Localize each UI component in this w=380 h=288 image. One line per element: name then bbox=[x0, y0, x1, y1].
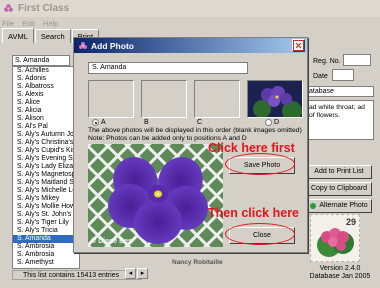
slot-a-radio[interactable]: A bbox=[92, 119, 106, 126]
database-field: atabase bbox=[306, 86, 374, 97]
main-window-title: First Class bbox=[18, 3, 70, 14]
list-item[interactable]: S. Aly's Tiger Lily bbox=[13, 219, 79, 227]
violet-photo: © Diane Bes bbox=[88, 144, 223, 247]
list-item[interactable]: S. Aly's Autumn Joy bbox=[13, 131, 79, 139]
add-to-print-list-button[interactable]: Add to Print List bbox=[306, 165, 372, 179]
description-box: ad white throat; ad of flowers. bbox=[306, 100, 374, 140]
slot-b-label-wrap: B bbox=[144, 119, 149, 126]
alternate-photo-label: Alternate Photo bbox=[319, 202, 368, 209]
date-input[interactable] bbox=[332, 69, 354, 81]
slot-d-label: D bbox=[274, 119, 280, 126]
version-info: Version 2.4.0 Database Jan 2005 bbox=[302, 265, 378, 281]
photo-caption: Nancy Robitaille bbox=[172, 259, 223, 266]
dialog-flower-icon bbox=[79, 41, 87, 49]
menu-file[interactable]: File bbox=[2, 19, 14, 28]
photo-slot-c[interactable] bbox=[194, 80, 240, 118]
list-item[interactable]: S. Aly's Lady Elizabeth bbox=[13, 163, 79, 171]
list-item[interactable]: S. Aly's Maitland Skie bbox=[13, 179, 79, 187]
annotation-click-then: Then click here bbox=[208, 206, 300, 220]
reg-no-input[interactable] bbox=[343, 54, 371, 66]
list-item[interactable]: S. Adonis bbox=[13, 75, 79, 83]
slot-d-radio-circle bbox=[265, 119, 272, 126]
copy-to-clipboard-button[interactable]: Copy to Clipboard bbox=[306, 182, 372, 196]
slot-c-label-wrap: C bbox=[197, 119, 202, 126]
order-note: The above photos will be displayed in th… bbox=[88, 127, 302, 134]
main-menubar: File Edit Help bbox=[0, 17, 380, 29]
list-nav-buttons: ◂ ▸ bbox=[125, 268, 165, 280]
slot-b-label: B bbox=[144, 119, 149, 126]
list-item[interactable]: S. Ambrosia bbox=[13, 243, 79, 251]
alternate-photo-button[interactable]: Alternate Photo bbox=[306, 199, 372, 213]
list-item[interactable]: S. Aly's Cupid's Kiss bbox=[13, 147, 79, 155]
slot-d-thumbnail bbox=[248, 81, 302, 117]
stamp-value: 29 bbox=[345, 217, 356, 227]
list-item[interactable]: S. Ambrosia bbox=[13, 251, 79, 259]
nav-prev-button[interactable]: ◂ bbox=[125, 268, 136, 279]
annotation-ring-close bbox=[225, 223, 295, 245]
list-item[interactable]: S. Alice bbox=[13, 99, 79, 107]
dialog-titlebar[interactable]: Add Photo bbox=[74, 38, 307, 53]
slot-c-label: C bbox=[197, 119, 203, 126]
slot-d-radio[interactable]: D bbox=[265, 119, 279, 126]
list-item[interactable]: S. Alison bbox=[13, 115, 79, 123]
postage-stamp-image: 29 bbox=[310, 214, 360, 262]
alternate-photo-dot-icon bbox=[310, 203, 317, 209]
photo-slot-d[interactable] bbox=[247, 80, 303, 118]
list-item[interactable]: S. Aly's Magnetospher bbox=[13, 171, 79, 179]
list-item[interactable]: S. Amanda bbox=[13, 235, 79, 243]
violet-photo-image bbox=[88, 144, 223, 247]
database-date: Database Jan 2005 bbox=[309, 273, 371, 280]
dialog-variety-name: S. Amanda bbox=[88, 62, 248, 74]
list-status-text: This list contains 15413 entries bbox=[12, 270, 142, 280]
list-item[interactable]: S. Alexis bbox=[13, 91, 79, 99]
dialog-close-button[interactable] bbox=[292, 39, 305, 52]
menu-edit[interactable]: Edit bbox=[22, 19, 35, 28]
slot-a-label: A bbox=[101, 119, 106, 126]
list-item[interactable]: S. Alicia bbox=[13, 107, 79, 115]
tab-avml[interactable]: AVML bbox=[2, 28, 34, 43]
list-item[interactable]: S. Aly's Michelle Lee bbox=[13, 187, 79, 195]
photo-slot-b[interactable] bbox=[141, 80, 187, 118]
list-item[interactable]: S. Aly's Christina's Sur bbox=[13, 139, 79, 147]
photo-slot-a[interactable] bbox=[88, 80, 134, 118]
main-window-titlebar: First Class bbox=[0, 0, 380, 17]
slot-a-radio-circle bbox=[92, 119, 99, 126]
tab-search[interactable]: Search bbox=[34, 29, 71, 43]
nav-next-button[interactable]: ▸ bbox=[137, 268, 148, 279]
list-item[interactable]: S. Amethyst bbox=[13, 259, 79, 267]
list-item[interactable]: S. Al's Pal bbox=[13, 123, 79, 131]
list-item[interactable]: S. Aly's Mollie Howell bbox=[13, 203, 79, 211]
search-input[interactable]: S. Amanda bbox=[12, 55, 70, 66]
list-item[interactable]: S. Aly's Mikey bbox=[13, 195, 79, 203]
reg-no-label: Reg. No. bbox=[313, 58, 341, 65]
date-label: Date bbox=[313, 73, 328, 80]
variety-list[interactable]: S. Achilles S. Adonis S. Albatross S. Alexi… bbox=[12, 66, 80, 269]
list-item[interactable]: S. Achilles bbox=[13, 67, 79, 75]
list-item[interactable]: S. Albatross bbox=[13, 83, 79, 91]
list-item[interactable]: S. Aly's Evening Seren bbox=[13, 155, 79, 163]
close-icon bbox=[293, 40, 304, 51]
dialog-title: Add Photo bbox=[91, 40, 134, 51]
photo-credit: © Diane Bes bbox=[91, 238, 132, 245]
list-item[interactable]: S. Aly's Tricia bbox=[13, 227, 79, 235]
menu-help[interactable]: Help bbox=[43, 19, 58, 28]
app-flower-icon bbox=[4, 4, 13, 12]
version-number: Version 2.4.0 bbox=[319, 265, 361, 272]
list-item[interactable]: S. Aly's St. John's Fire bbox=[13, 211, 79, 219]
annotation-ring-save bbox=[225, 153, 295, 175]
